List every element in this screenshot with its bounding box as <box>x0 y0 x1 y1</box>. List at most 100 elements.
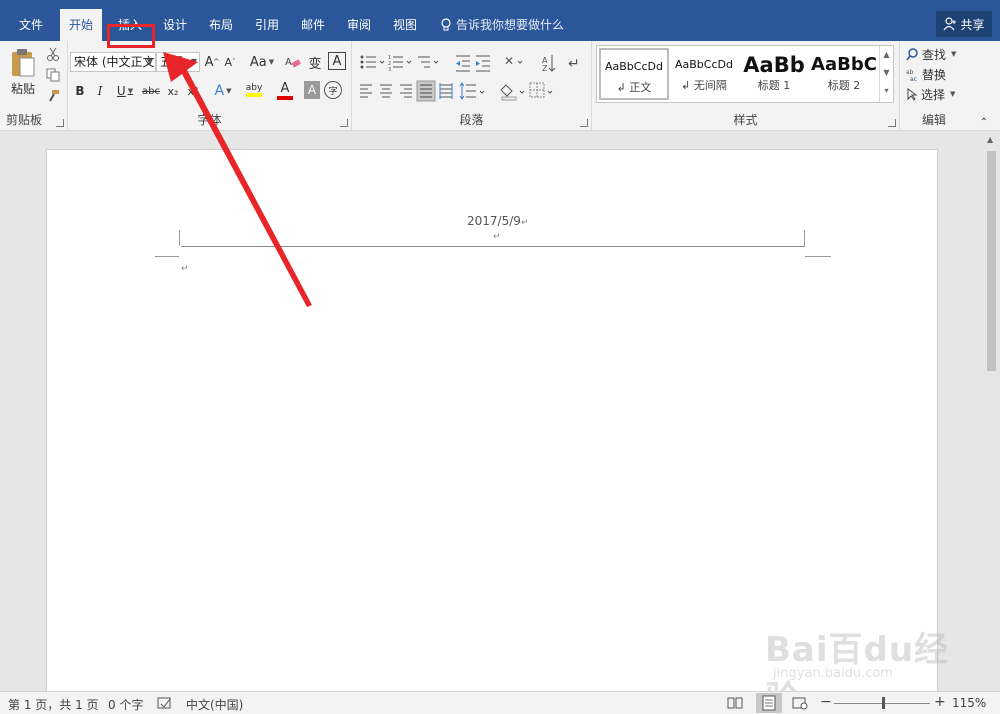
cut-button[interactable] <box>44 46 62 62</box>
sort-button[interactable] <box>538 49 558 73</box>
distributed-button[interactable] <box>436 79 456 101</box>
web-layout-icon[interactable] <box>792 697 808 710</box>
share-button[interactable]: 共享 <box>936 11 992 37</box>
tab-review[interactable]: 审阅 <box>338 9 380 41</box>
shading-button[interactable] <box>498 79 526 101</box>
change-case-button[interactable]: Aa ▼ <box>248 53 276 71</box>
strikethrough-button[interactable]: abc <box>140 81 162 101</box>
collapse-ribbon-button[interactable]: ⌃ <box>976 115 992 129</box>
paragraph-launcher[interactable] <box>580 119 588 127</box>
zoom-slider-thumb[interactable] <box>882 697 885 709</box>
font-name-combo[interactable]: 宋体 (中文正文 ▼ <box>70 52 156 72</box>
tell-me-text: 告诉我你想要做什么 <box>456 18 565 32</box>
clipboard-launcher[interactable] <box>56 119 64 127</box>
find-button[interactable]: 查找 ▼ <box>906 45 966 63</box>
tab-home[interactable]: 开始 <box>60 9 103 41</box>
italic-button[interactable]: I <box>92 81 108 101</box>
chevron-down-icon: ▼ <box>190 57 197 66</box>
strikethrough-icon: abc <box>142 85 160 97</box>
format-painter-button[interactable] <box>44 88 62 104</box>
bullets-button[interactable] <box>354 49 384 73</box>
header-date[interactable]: 2017/5/9↵ <box>467 214 528 228</box>
clipboard-icon <box>12 48 35 76</box>
highlight-button[interactable]: aby <box>240 79 268 101</box>
tab-layout[interactable]: 布局 <box>200 9 242 41</box>
crop-mark-right-v <box>804 230 805 246</box>
font-color-button[interactable]: A <box>272 79 298 101</box>
more-icon[interactable]: ▾ <box>880 82 893 100</box>
font-size-combo[interactable]: 五号 ▼ <box>156 52 200 72</box>
select-button[interactable]: 选择 ▼ <box>906 85 966 103</box>
zoom-level[interactable]: 115% <box>952 696 986 710</box>
paragraph-group: 123 ✕ AZ ↵ 段落 <box>352 41 592 131</box>
numbering-button[interactable] <box>384 49 414 73</box>
line-spacing-button[interactable] <box>458 79 488 101</box>
bold-button[interactable]: B <box>72 81 88 101</box>
share-label: 共享 <box>960 17 985 32</box>
chevron-up-icon: ⌃ <box>979 116 989 128</box>
text-effects-button[interactable]: A ▼ <box>210 81 236 101</box>
proofing-icon[interactable] <box>157 697 173 710</box>
subscript-icon: x₂ <box>167 84 179 98</box>
grow-font-button[interactable]: A ^ <box>204 53 220 71</box>
increase-indent-button[interactable] <box>472 49 492 73</box>
zoom-in-button[interactable]: + <box>934 694 946 710</box>
tab-design[interactable]: 设计 <box>154 9 196 41</box>
replace-button[interactable]: ab ac 替换 <box>906 65 966 83</box>
chinese-layout-button[interactable] <box>500 49 526 73</box>
scrollbar-thumb[interactable] <box>987 151 996 371</box>
phonetic-guide-button[interactable]: 变 <box>306 53 324 72</box>
show-marks-button[interactable] <box>564 49 584 73</box>
vertical-scrollbar[interactable]: ▲ <box>983 131 1000 691</box>
paragraph-group-label: 段落 <box>459 113 484 127</box>
multilevel-list-button[interactable] <box>414 49 442 73</box>
chevron-down-icon: ▼ <box>146 57 153 66</box>
character-shading-button[interactable]: A <box>304 81 320 99</box>
zoom-out-button[interactable]: − <box>820 694 832 710</box>
print-layout-view[interactable] <box>756 693 782 713</box>
character-border-button[interactable]: A <box>328 52 346 70</box>
print-layout-icon <box>762 695 776 711</box>
tab-references[interactable]: 引用 <box>246 9 288 41</box>
shrink-font-button[interactable]: Aˇ <box>222 53 238 71</box>
word-count[interactable]: 0 个字 <box>108 696 143 713</box>
align-right-button[interactable] <box>396 79 416 101</box>
align-center-button[interactable] <box>376 79 396 101</box>
paintbrush-icon <box>49 90 59 102</box>
decrease-indent-button[interactable] <box>452 49 472 73</box>
paste-button[interactable]: 粘贴 <box>6 45 40 99</box>
change-case-icon: Aa <box>249 54 267 70</box>
style-heading-2[interactable]: AaBbC 标题 2 <box>809 48 879 100</box>
language[interactable]: 中文(中国) <box>186 696 243 713</box>
subscript-button[interactable]: x₂ <box>164 81 182 101</box>
page-count[interactable]: 第 1 页，共 1 页 <box>8 696 99 713</box>
styles-scroll[interactable]: ▲ ▼ ▾ <box>879 46 893 102</box>
clear-formatting-button[interactable]: A <box>284 53 302 71</box>
justify-button[interactable] <box>416 79 436 101</box>
style-no-spacing[interactable]: AaBbCcDd ↲ 无间隔 <box>669 48 739 100</box>
underline-button[interactable]: U ▼ <box>112 81 138 101</box>
style-normal[interactable]: AaBbCcDd ↲ 正文 <box>599 48 669 100</box>
styles-launcher[interactable] <box>888 119 896 127</box>
font-launcher[interactable] <box>340 119 348 127</box>
chevron-down-icon: ▼ <box>268 58 275 66</box>
character-shading-icon: A <box>307 83 317 97</box>
tell-me-box[interactable]: 告诉我你想要做什么 <box>440 9 564 41</box>
align-left-button[interactable] <box>356 79 376 101</box>
tab-mailings[interactable]: 邮件 <box>292 9 334 41</box>
read-mode-icon[interactable] <box>727 697 743 709</box>
enclose-characters-button[interactable]: 字 <box>324 81 342 99</box>
chevron-down-icon[interactable]: ▼ <box>880 64 893 82</box>
chevron-up-icon[interactable]: ▲ <box>987 135 993 144</box>
borders-button[interactable] <box>528 79 556 101</box>
search-icon <box>906 47 918 60</box>
tab-view[interactable]: 视图 <box>384 9 426 41</box>
superscript-icon: x² <box>187 84 199 98</box>
paragraph-mark: ↵ <box>493 232 501 242</box>
copy-button[interactable] <box>44 67 62 83</box>
tab-file[interactable]: 文件 <box>10 9 52 41</box>
superscript-button[interactable]: x² <box>184 81 202 101</box>
chevron-up-icon[interactable]: ▲ <box>880 46 893 64</box>
style-normal-sample: AaBbCcDd <box>605 60 663 73</box>
style-heading-1[interactable]: AaBb 标题 1 <box>739 48 809 100</box>
